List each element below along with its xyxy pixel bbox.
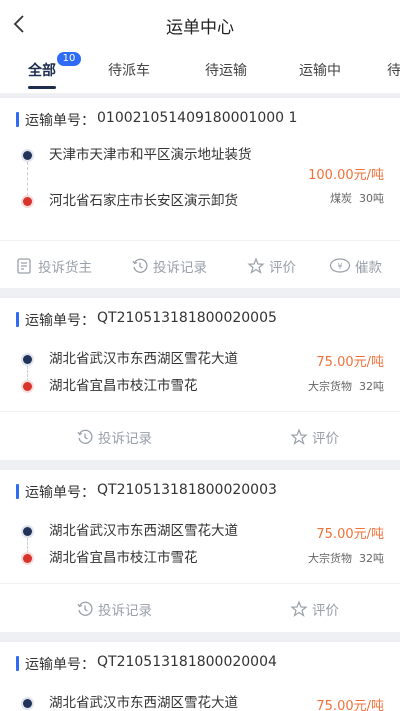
complaint-record-button[interactable]: 投诉记录 — [76, 427, 152, 447]
card-divider — [0, 583, 400, 584]
order-accent-bar — [16, 112, 19, 127]
goods-type: 煤炭 — [330, 192, 352, 205]
rate-button[interactable]: 评价 — [290, 599, 339, 619]
order-number-label: 运输单号： — [25, 657, 95, 673]
order-accent-bar — [16, 312, 19, 327]
order-number: QT210513181800020005 — [97, 310, 277, 326]
freight-price: 100.00元/吨 — [308, 168, 384, 183]
order-card[interactable]: 运输单号： QT210513181800020005 湖北省武汉市东西湖区雪花大… — [0, 298, 400, 460]
origin-address: 天津市天津市和平区演示地址装货 — [49, 147, 252, 163]
origin-dot-icon — [23, 699, 32, 708]
destination-address: 湖北省宜昌市枝江市雪花 — [49, 550, 198, 566]
destination-dot-icon — [23, 554, 32, 563]
tab-partial[interactable]: 待 — [387, 60, 400, 80]
goods-info: 大宗货物 32吨 — [308, 550, 384, 566]
order-card[interactable]: 运输单号： QT210513181800020004 湖北省武汉市东西湖区雪花大… — [0, 642, 400, 711]
order-card[interactable]: 运输单号： QT210513181800020003 湖北省武汉市东西湖区雪花大… — [0, 470, 400, 632]
route-line — [27, 366, 28, 381]
origin-dot-icon — [23, 355, 32, 364]
destination-address: 河北省石家庄市长安区演示卸货 — [49, 193, 238, 209]
order-accent-bar — [16, 484, 19, 499]
route-line — [27, 538, 28, 553]
tab-pending-dispatch[interactable]: 待派车 — [108, 60, 150, 80]
card-divider — [0, 411, 400, 412]
history-icon — [77, 429, 93, 444]
order-number-label: 运输单号： — [25, 485, 95, 501]
urge-payment-button[interactable]: ¥ 催款 — [329, 256, 382, 276]
order-card[interactable]: 运输单号： 010021051409180001000 1 天津市天津市和平区演… — [0, 98, 400, 288]
rating-star-icon — [290, 428, 308, 445]
order-accent-bar — [16, 656, 19, 671]
rate-button[interactable]: 评价 — [247, 256, 296, 276]
app-header: 运单中心 — [0, 0, 400, 48]
page-title: 运单中心 — [166, 18, 234, 38]
status-tabs: 全部 10 待派车 待运输 运输中 待 — [0, 48, 400, 94]
destination-address: 湖北省宜昌市枝江市雪花 — [49, 378, 198, 394]
tab-all[interactable]: 全部 — [28, 60, 56, 80]
goods-type: 大宗货物 — [308, 552, 352, 565]
history-icon — [77, 601, 93, 616]
route-line — [27, 162, 28, 196]
history-icon — [132, 258, 148, 273]
order-number: QT210513181800020004 — [97, 654, 277, 670]
freight-price: 75.00元/吨 — [316, 527, 384, 542]
complain-shipper-button[interactable]: 投诉货主 — [16, 256, 92, 276]
goods-weight: 32吨 — [359, 380, 384, 393]
tab-in-transit[interactable]: 运输中 — [299, 60, 341, 80]
svg-text:¥: ¥ — [337, 262, 342, 271]
complaint-record-button[interactable]: 投诉记录 — [76, 599, 152, 619]
origin-dot-icon — [23, 151, 32, 160]
tab-all-count-badge: 10 — [57, 52, 81, 66]
complaint-record-button[interactable]: 投诉记录 — [131, 256, 207, 276]
rate-button[interactable]: 评价 — [290, 427, 339, 447]
goods-weight: 32吨 — [359, 552, 384, 565]
order-number-label: 运输单号： — [25, 113, 95, 129]
tab-pending-transport[interactable]: 待运输 — [205, 60, 247, 80]
freight-price: 75.00元/吨 — [316, 355, 384, 370]
order-number: QT210513181800020003 — [97, 482, 277, 498]
origin-dot-icon — [23, 527, 32, 536]
active-tab-indicator — [28, 86, 56, 89]
freight-price: 75.00元/吨 — [316, 699, 384, 711]
card-divider — [0, 240, 400, 241]
origin-address: 湖北省武汉市东西湖区雪花大道 — [49, 523, 238, 539]
origin-address: 湖北省武汉市东西湖区雪花大道 — [49, 695, 238, 711]
destination-dot-icon — [23, 197, 32, 206]
payment-bubble-icon: ¥ — [329, 258, 351, 273]
goods-info: 煤炭 30吨 — [330, 190, 384, 206]
rating-star-icon — [290, 600, 308, 617]
order-number: 010021051409180001000 1 — [97, 110, 298, 126]
document-edit-icon — [17, 258, 31, 274]
goods-type: 大宗货物 — [308, 380, 352, 393]
goods-info: 大宗货物 32吨 — [308, 378, 384, 394]
origin-address: 湖北省武汉市东西湖区雪花大道 — [49, 351, 238, 367]
rating-star-icon — [247, 257, 265, 274]
goods-weight: 30吨 — [359, 192, 384, 205]
destination-dot-icon — [23, 382, 32, 391]
order-number-label: 运输单号： — [25, 313, 95, 329]
